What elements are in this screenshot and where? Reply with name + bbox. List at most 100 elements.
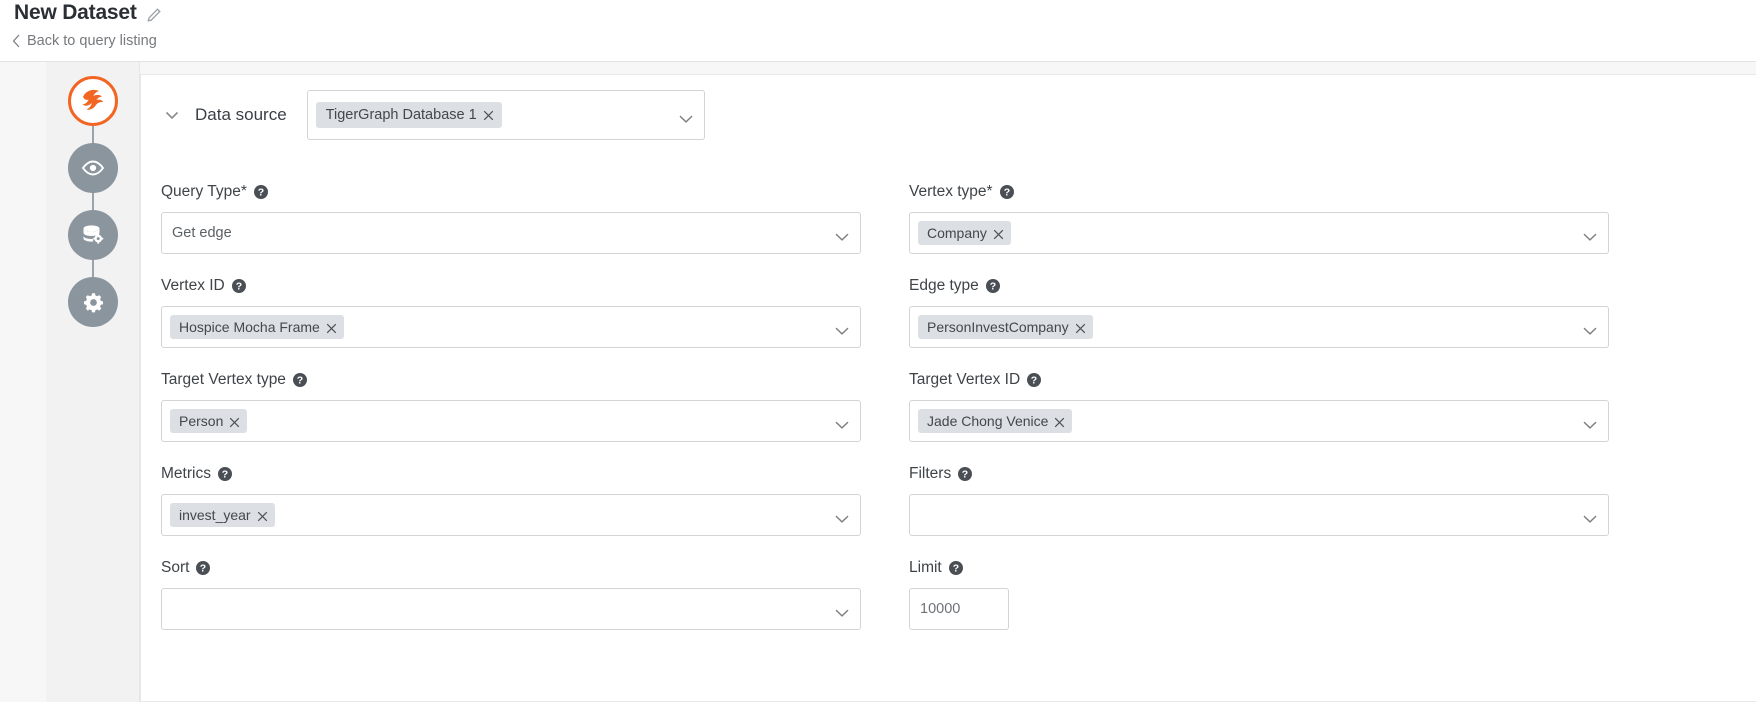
svg-text:?: ? [990,281,996,293]
field-label: Vertex ID [161,277,225,295]
chip-edge-type[interactable]: PersonInvestCompany [918,315,1093,339]
field-label: Filters [909,465,951,483]
field-label: Limit [909,559,942,577]
close-icon[interactable] [1054,416,1065,427]
chip-metrics[interactable]: invest_year [170,503,275,527]
pencil-icon[interactable] [146,7,162,23]
sort-multiselect[interactable] [161,588,861,630]
sidebar-step-settings[interactable] [68,277,118,327]
close-icon[interactable] [326,322,337,333]
column-gap [861,179,909,273]
form-field-filters: Filters ? [909,461,1609,555]
data-source-label: Data source [195,105,287,125]
chip-data-source[interactable]: TigerGraph Database 1 [316,102,502,129]
help-icon[interactable]: ? [196,561,210,575]
tigergraph-logo-icon [76,84,110,118]
close-icon[interactable] [483,110,494,121]
chip-label: invest_year [179,508,251,522]
help-icon[interactable]: ? [1000,185,1014,199]
svg-text:?: ? [1031,375,1037,387]
step-connector [92,193,94,210]
metrics-multiselect[interactable]: invest_year [161,494,861,536]
field-label-row: Sort ? [161,555,861,581]
query-type-select[interactable]: Get edge [161,212,861,254]
field-label-row: Edge type ? [909,273,1609,299]
step-connector [92,126,94,143]
page-title: New Dataset [14,1,137,25]
form-field-vertex-id: Vertex ID ? Hospice Mocha Frame [161,273,861,367]
close-icon[interactable] [993,228,1004,239]
sidebar-step-preview[interactable] [68,143,118,193]
help-icon[interactable]: ? [949,561,963,575]
sidebar-step-data-source[interactable] [68,210,118,260]
column-gap [861,461,909,555]
form-row: Metrics ? invest_year [161,461,1709,555]
back-link-label: Back to query listing [27,33,157,49]
form-field-edge-type: Edge type ? PersonInvestCompany [909,273,1609,367]
form-field-vertex-type: Vertex type* ? Company [909,179,1609,273]
edge-type-multiselect[interactable]: PersonInvestCompany [909,306,1609,348]
close-icon[interactable] [229,416,240,427]
chevron-down-icon [835,323,849,332]
svg-text:?: ? [200,563,206,575]
chip-label: Jade Chong Venice [927,414,1048,428]
chevron-down-icon [835,417,849,426]
svg-text:?: ? [953,563,959,575]
help-icon[interactable]: ? [293,373,307,387]
field-label: Query Type* [161,183,247,201]
svg-text:?: ? [962,469,968,481]
target-vertex-id-multiselect[interactable]: Jade Chong Venice [909,400,1609,442]
eye-icon [80,155,106,181]
form-row: Target Vertex type ? Person [161,367,1709,461]
chevron-down-icon[interactable] [163,106,181,124]
close-icon[interactable] [1075,322,1086,333]
page-header: New Dataset Back to query listing [0,0,1756,62]
help-icon[interactable]: ? [1027,373,1041,387]
close-icon[interactable] [257,510,268,521]
field-label: Target Vertex ID [909,371,1020,389]
chip-vertex-type[interactable]: Company [918,221,1011,245]
chip-target-vertex-id[interactable]: Jade Chong Venice [918,409,1072,433]
query-form: Query Type* ? Get edge [161,179,1737,649]
chevron-down-icon [835,511,849,520]
form-field-limit: Limit ? [909,555,1609,649]
chip-label: PersonInvestCompany [927,320,1069,334]
limit-input[interactable] [909,588,1009,630]
query-builder-panel: Data source TigerGraph Database 1 [140,74,1756,702]
vertex-id-multiselect[interactable]: Hospice Mocha Frame [161,306,861,348]
chip-vertex-id[interactable]: Hospice Mocha Frame [170,315,344,339]
svg-text:?: ? [258,187,264,199]
chip-label: Hospice Mocha Frame [179,320,320,334]
svg-text:?: ? [236,281,242,293]
filters-multiselect[interactable] [909,494,1609,536]
column-gap [861,273,909,367]
field-label-row: Vertex type* ? [909,179,1609,205]
step-connector [92,260,94,277]
form-field-target-vertex-type: Target Vertex type ? Person [161,367,861,461]
chevron-left-icon [12,34,21,48]
chevron-down-icon [835,229,849,238]
form-row: Sort ? Limit [161,555,1709,649]
field-label-row: Limit ? [909,555,1609,581]
body-wrapper: Data source TigerGraph Database 1 [0,62,1756,702]
help-icon[interactable]: ? [232,279,246,293]
sidebar-step-tigergraph-logo[interactable] [68,76,118,126]
form-field-metrics: Metrics ? invest_year [161,461,861,555]
data-source-select[interactable]: TigerGraph Database 1 [307,90,705,140]
chip-target-vertex-type[interactable]: Person [170,409,247,433]
field-label-row: Metrics ? [161,461,861,487]
help-icon[interactable]: ? [986,279,1000,293]
back-to-query-listing-link[interactable]: Back to query listing [12,33,157,49]
help-icon[interactable]: ? [218,467,232,481]
vertex-type-multiselect[interactable]: Company [909,212,1609,254]
chevron-down-icon [835,605,849,614]
field-label: Edge type [909,277,979,295]
help-icon[interactable]: ? [254,185,268,199]
field-label: Metrics [161,465,211,483]
help-icon[interactable]: ? [958,467,972,481]
form-row: Query Type* ? Get edge [161,179,1709,273]
field-label: Target Vertex type [161,371,286,389]
selected-value: Get edge [172,225,232,241]
chip-label: Person [179,414,223,428]
target-vertex-type-multiselect[interactable]: Person [161,400,861,442]
